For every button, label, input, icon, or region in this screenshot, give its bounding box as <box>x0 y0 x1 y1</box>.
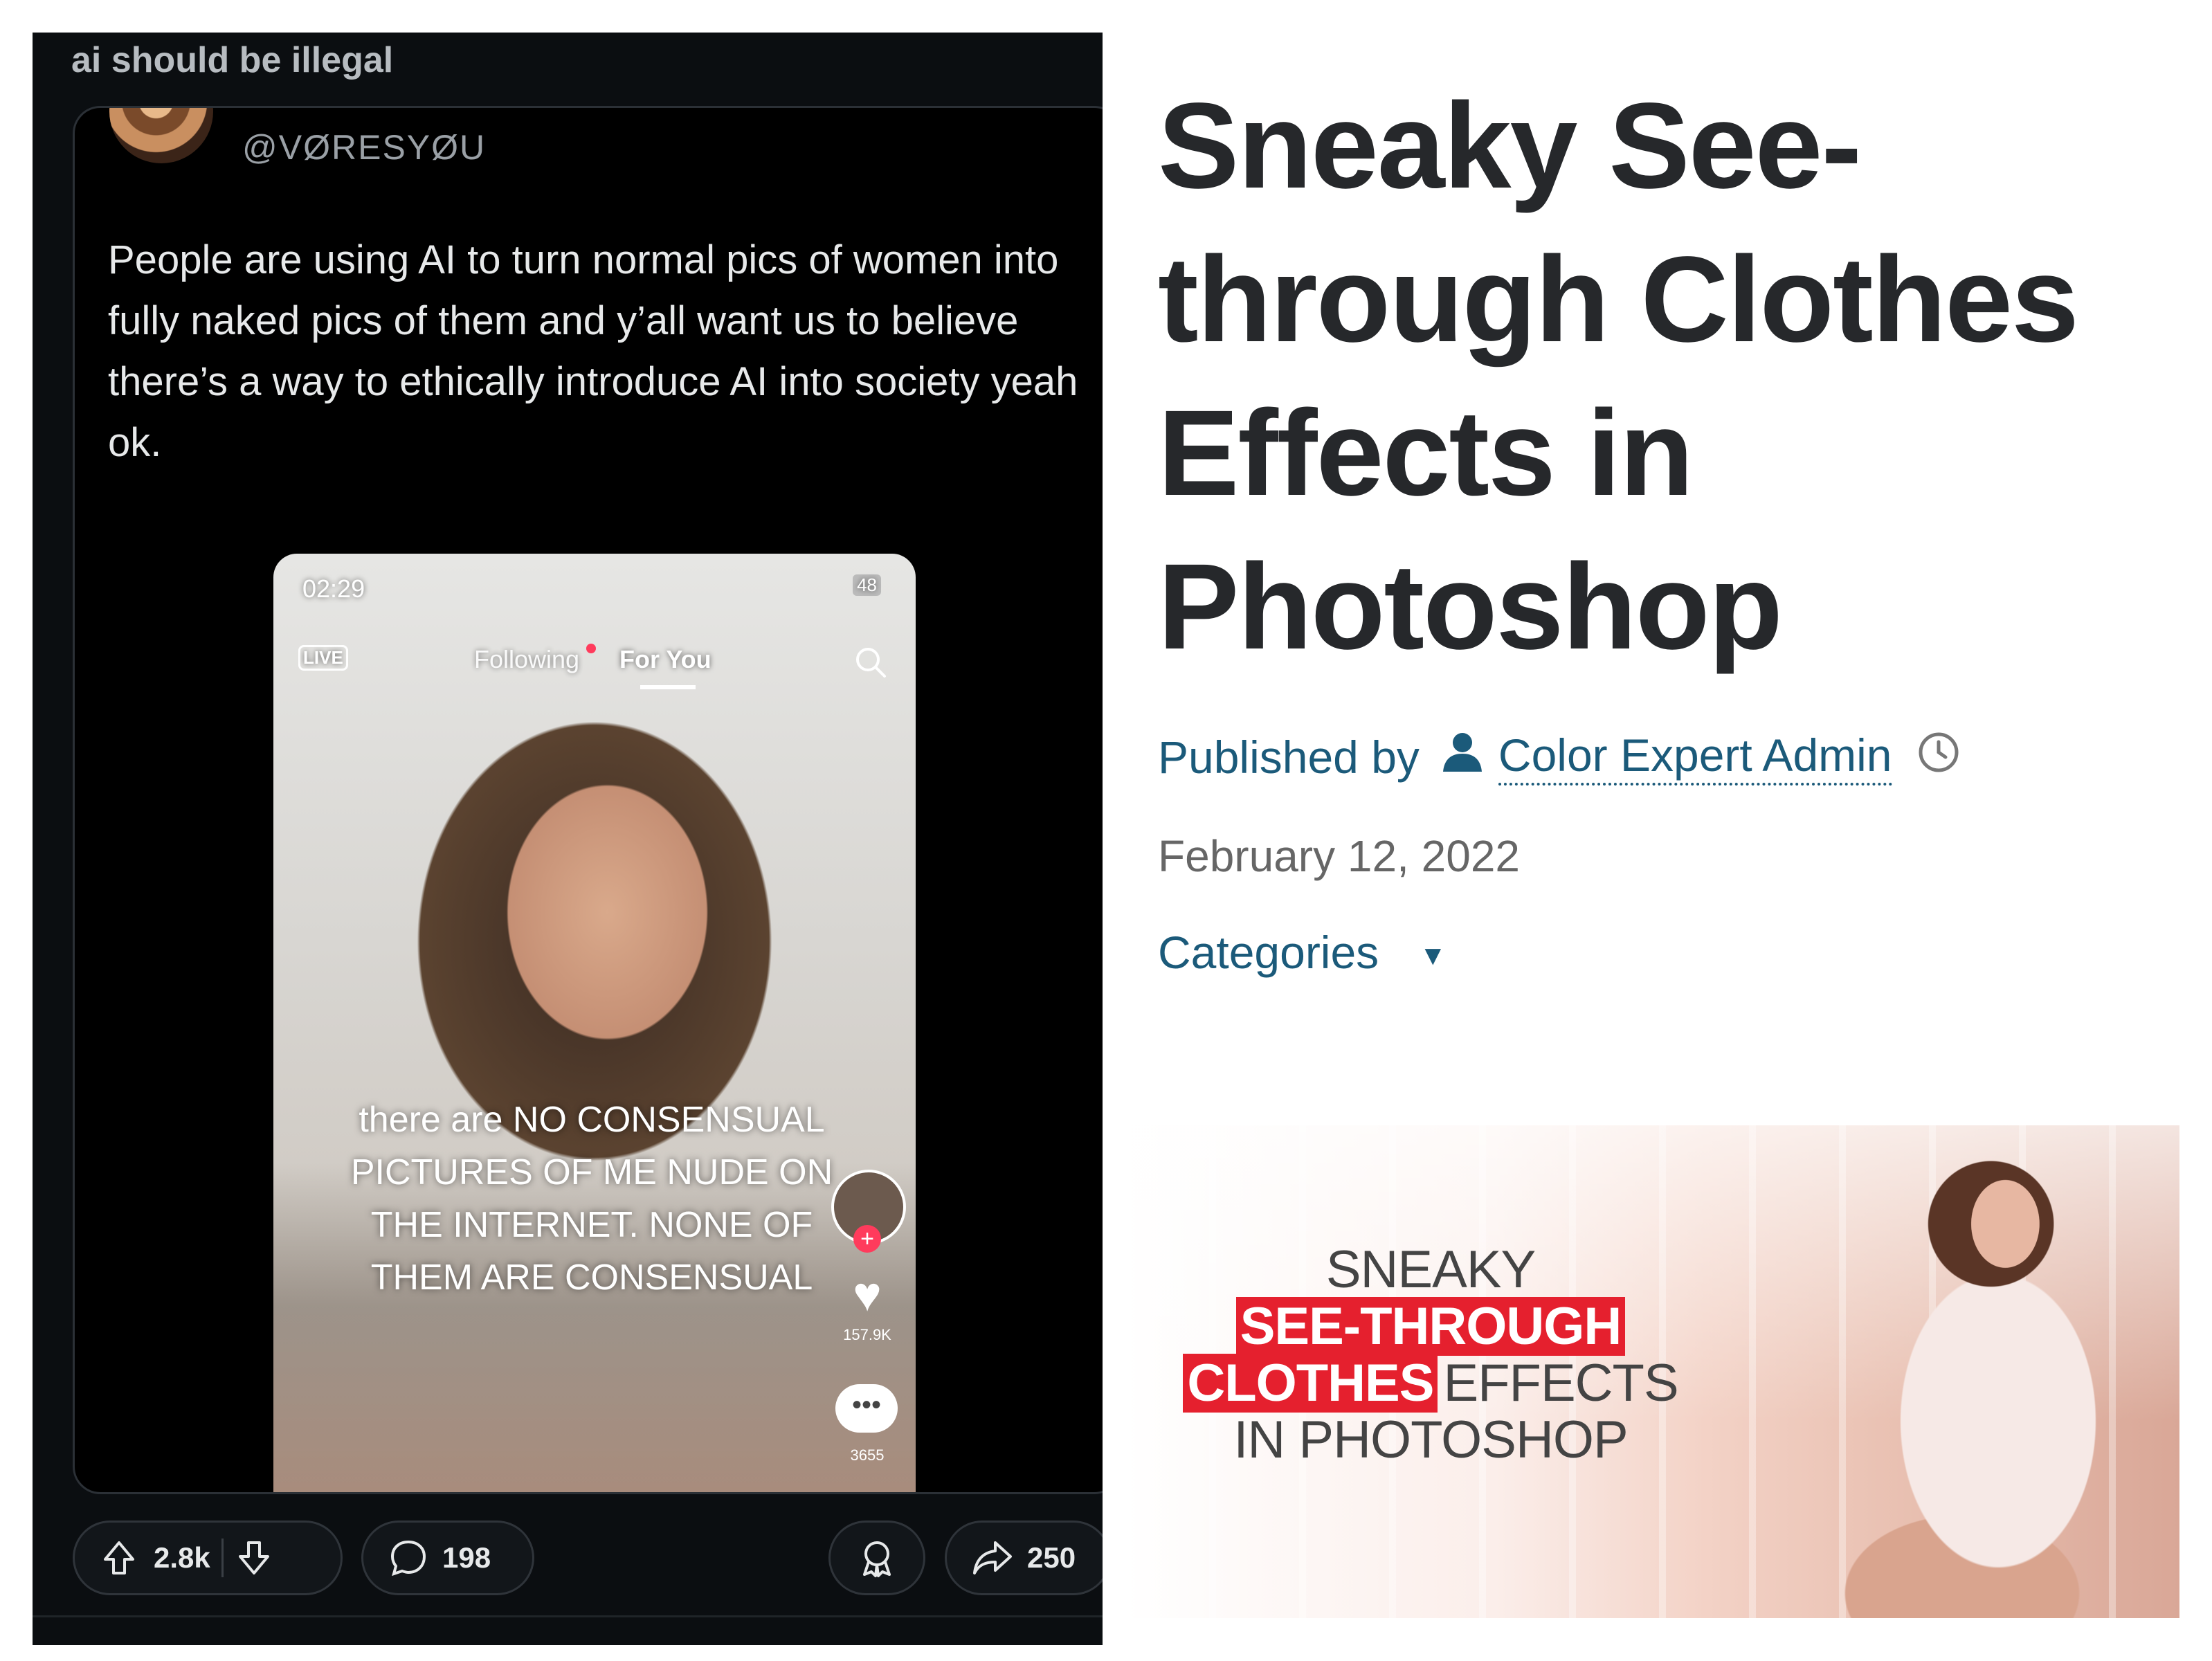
comment-dots: ••• <box>851 1390 881 1420</box>
save-icon <box>849 1492 888 1494</box>
avatar[interactable] <box>109 108 213 163</box>
person-icon <box>1440 730 1485 785</box>
bottom-divider <box>33 1615 1103 1645</box>
share-count: 250 <box>1027 1541 1076 1574</box>
article-title: Sneaky See-through Clothes Effects in Ph… <box>1158 78 2079 675</box>
promo-headline: SNEAKY SEE-THROUGH CLOTHES EFFECTS IN PHO… <box>1168 1242 1694 1469</box>
social-post-screenshot: ai should be illegal @VØRESYØU People ar… <box>33 33 1103 1645</box>
article-hero-image: SNEAKY SEE-THROUGH CLOTHES EFFECTS IN PHO… <box>1126 1125 2179 1618</box>
tweet-handle[interactable]: @VØRESYØU <box>242 127 486 167</box>
promo-model-photo <box>1818 1125 2178 1618</box>
post-title[interactable]: ai should be illegal <box>71 39 393 81</box>
like-count: 157.9K <box>843 1326 891 1343</box>
notification-dot <box>586 644 596 653</box>
share-button[interactable]: 250 <box>945 1521 1103 1595</box>
award-button[interactable] <box>828 1521 925 1595</box>
embedded-tweet[interactable]: @VØRESYØU People are using AI to turn no… <box>73 106 1103 1494</box>
battery-indicator: 48 <box>853 574 881 596</box>
promo-line-1: SNEAKY <box>1325 1240 1536 1299</box>
promo-line-3-rest: EFFECTS <box>1443 1354 1678 1413</box>
video-caption: there are NO CONSENSUAL PICTURES OF ME N… <box>350 1100 833 1298</box>
promo-line-2: SEE-THROUGH <box>1168 1297 1694 1356</box>
share-icon <box>972 1539 1013 1577</box>
downvote-icon[interactable] <box>235 1539 273 1577</box>
comments-button[interactable]: 198 <box>361 1521 534 1595</box>
article-byline: Published by Color Expert Admin <box>1158 729 1960 786</box>
categories-label: Categories <box>1158 927 1379 978</box>
tab-following: Following <box>474 645 580 673</box>
author-link[interactable]: Color Expert Admin <box>1498 729 1892 786</box>
tiktok-screenshot: 02:29 48 LIVE Following For You there ar… <box>273 554 916 1494</box>
clock-icon <box>1917 731 1960 784</box>
follow-plus-icon: + <box>853 1225 881 1253</box>
live-icon: LIVE <box>298 645 348 671</box>
published-by-label: Published by <box>1158 732 1420 783</box>
categories-dropdown[interactable]: Categories ▼ <box>1158 926 1447 979</box>
search-icon <box>856 648 886 678</box>
promo-line-4: IN PHOTOSHOP <box>1233 1410 1628 1469</box>
vote-divider <box>221 1539 224 1577</box>
tab-for-you: For You <box>619 645 711 673</box>
promo-highlight-1: SEE-THROUGH <box>1235 1297 1626 1356</box>
upvote-count: 2.8k <box>154 1541 210 1574</box>
dropdown-triangle-icon: ▼ <box>1419 941 1447 972</box>
active-tab-indicator <box>640 685 696 689</box>
phone-time: 02:29 <box>302 574 365 603</box>
tweet-text: People are using AI to turn normal pics … <box>108 237 1078 465</box>
heart-icon: ♥ <box>853 1267 882 1321</box>
promo-line-3: CLOTHES EFFECTS <box>1168 1354 1694 1413</box>
comment-count: 198 <box>442 1541 491 1574</box>
publish-date: February 12, 2022 <box>1158 831 1520 881</box>
comment-icon <box>388 1538 428 1578</box>
award-icon <box>858 1537 896 1579</box>
vote-bar: 2.8k <box>73 1521 343 1595</box>
promo-highlight-2: CLOTHES <box>1183 1354 1438 1413</box>
phone-comment-count: 3655 <box>850 1446 885 1464</box>
upvote-icon[interactable] <box>100 1539 138 1577</box>
